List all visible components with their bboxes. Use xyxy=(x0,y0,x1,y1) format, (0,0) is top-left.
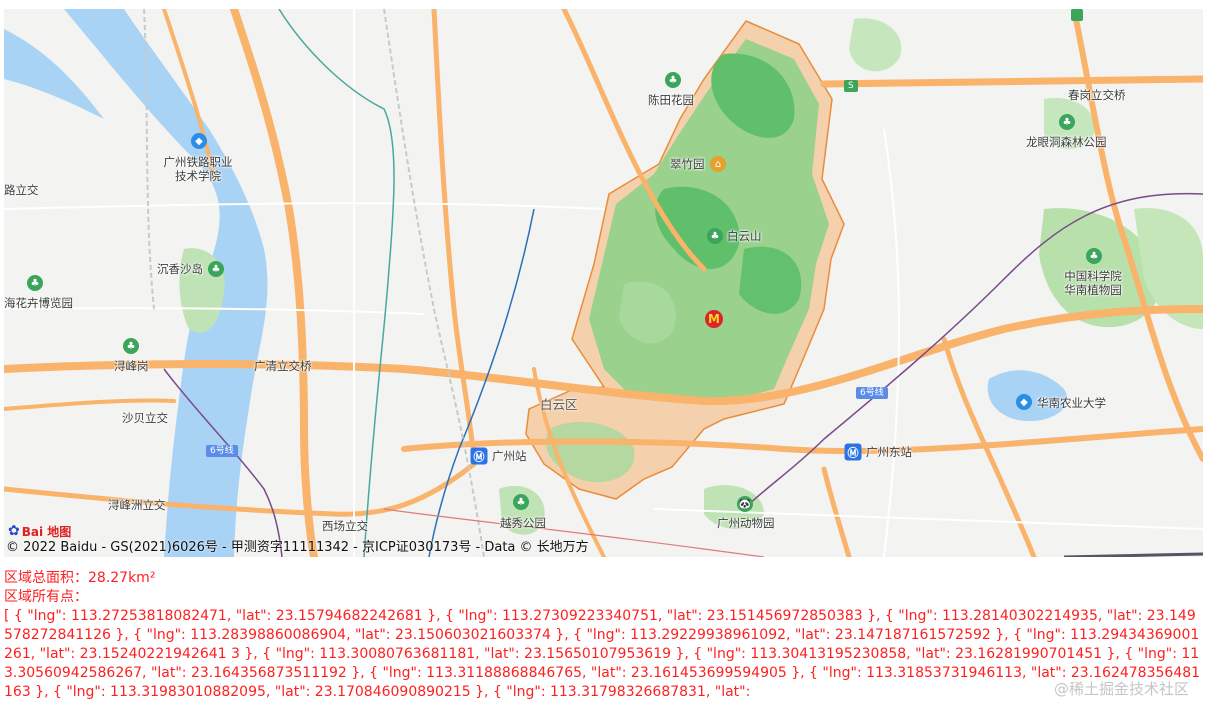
label-cuizhu-garden[interactable]: 翠竹园 xyxy=(670,157,705,171)
label-scau[interactable]: 华南农业大学 xyxy=(1037,396,1106,410)
label-chungang-interchange: 春岗立交桥 xyxy=(1068,88,1126,102)
zoo-icon[interactable]: 🐼 xyxy=(737,496,753,512)
metro-line-shield: 6号线 xyxy=(856,387,888,399)
mountain-park-icon[interactable]: ♣ xyxy=(707,228,723,244)
label-guangzhou-station[interactable]: 广州站 xyxy=(492,449,527,463)
school-icon[interactable]: ◆ xyxy=(1016,394,1032,410)
park-icon[interactable]: ♣ xyxy=(1059,114,1075,130)
highway-shield: S xyxy=(844,80,858,92)
label-baiyun-mountain[interactable]: 白云山 xyxy=(727,229,762,243)
map-control-icon[interactable] xyxy=(1071,9,1083,21)
label-yuexiu-park[interactable]: 越秀公园 xyxy=(500,516,546,530)
watermark: @稀土掘金技术社区 xyxy=(1053,680,1189,698)
label-scnbg[interactable]: 中国科学院 华南植物园 xyxy=(1064,269,1122,297)
museum-icon[interactable]: ⌂ xyxy=(710,156,726,172)
label-guangqing-interchange: 广清立交桥 xyxy=(254,359,312,373)
label-xichang-interchange: 西场立交 xyxy=(322,519,368,533)
label-road-interchange-left: 路立交 xyxy=(4,183,39,197)
map-base-layer xyxy=(4,9,1203,557)
park-icon[interactable]: ♣ xyxy=(208,261,224,277)
label-flower-expo[interactable]: 海花卉博览园 xyxy=(4,296,73,310)
label-railway-college[interactable]: 广州铁路职业 技术学院 xyxy=(164,155,233,183)
label-guangzhou-zoo[interactable]: 广州动物园 xyxy=(717,516,775,530)
label-xunfengzhou-interchange: 浔峰洲立交 xyxy=(108,498,166,512)
park-icon[interactable]: ♣ xyxy=(665,72,681,88)
region-info-panel: 区域总面积：28.27km² 区域所有点： [ { "lng": 113.272… xyxy=(4,569,1202,702)
label-chentian-garden[interactable]: 陈田花园 xyxy=(648,93,694,107)
area-total-label: 区域总面积：28.27km² xyxy=(4,570,156,586)
label-chenxiang-island[interactable]: 沉香沙岛 xyxy=(157,262,203,276)
mcdonalds-marker-icon[interactable]: M xyxy=(705,310,723,328)
label-baiyun-district: 白云区 xyxy=(540,397,578,412)
label-longyandong-park[interactable]: 龙眼洞森林公园 xyxy=(1026,135,1107,149)
points-list: [ { "lng": 113.27253818082471, "lat": 23… xyxy=(4,608,1201,700)
metro-station-icon[interactable]: Ⓜ xyxy=(844,443,862,461)
map-canvas[interactable]: ♣ 陈田花园 ⌂ 翠竹园 ♣ 白云山 ◆ 广州铁路职业 技术学院 路立交 ♣ 沉… xyxy=(4,9,1203,557)
map-copyright: © 2022 Baidu - GS(2021)6026号 - 甲测资字11111… xyxy=(6,540,589,555)
park-icon[interactable]: ♣ xyxy=(27,275,43,291)
park-icon[interactable]: ♣ xyxy=(123,338,139,354)
label-guangzhou-east-station[interactable]: 广州东站 xyxy=(866,445,912,459)
school-icon[interactable]: ◆ xyxy=(191,133,207,149)
points-label: 区域所有点： xyxy=(4,589,88,605)
metro-station-icon[interactable]: Ⓜ xyxy=(470,447,488,465)
metro-line-shield: 6号线 xyxy=(206,445,238,457)
label-xunfenggang[interactable]: 浔峰岗 xyxy=(114,359,149,373)
park-icon[interactable]: ♣ xyxy=(1086,248,1102,264)
label-shabei-interchange: 沙贝立交 xyxy=(122,411,168,425)
park-icon[interactable]: ♣ xyxy=(513,494,529,510)
